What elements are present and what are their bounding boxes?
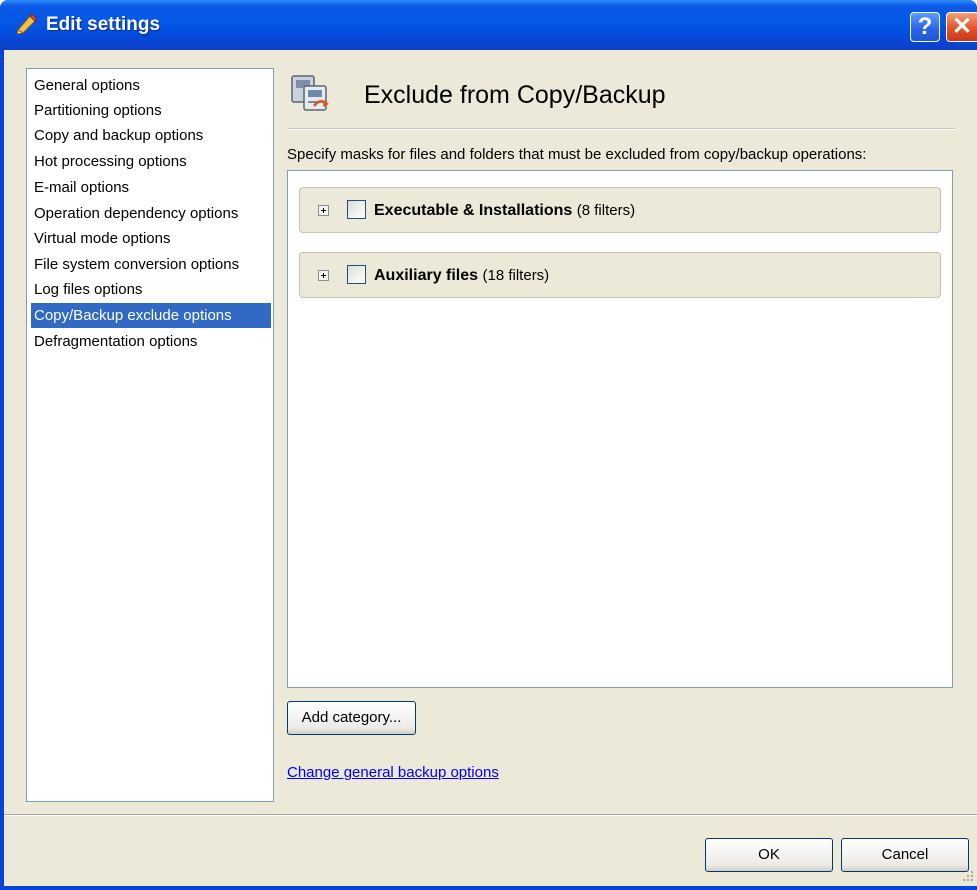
expand-plus-icon[interactable]	[318, 270, 329, 281]
nav-item-copy-backup-exclude-options[interactable]: Copy/Backup exclude options	[31, 303, 271, 328]
category-row-auxiliary-files[interactable]: Auxiliary files (18 filters)	[299, 252, 941, 298]
dialog-body: General options Partitioning options Cop…	[4, 50, 977, 886]
resize-grip-icon[interactable]	[962, 870, 974, 882]
close-icon: ✕	[951, 13, 973, 40]
category-name: Auxiliary files	[374, 267, 479, 284]
close-button[interactable]: ✕	[946, 12, 977, 42]
category-label: Auxiliary files (18 filters)	[374, 265, 549, 287]
category-row-executable-installations[interactable]: Executable & Installations (8 filters)	[299, 187, 941, 233]
category-checkbox[interactable]	[347, 265, 366, 284]
help-button[interactable]: ?	[910, 12, 940, 42]
edit-settings-window: Edit settings ? ✕ General options Partit…	[0, 0, 977, 890]
category-label: Executable & Installations (8 filters)	[374, 200, 635, 222]
nav-item-operation-dependency-options[interactable]: Operation dependency options	[31, 201, 271, 226]
category-name: Executable & Installations	[374, 202, 573, 219]
nav-item-email-options[interactable]: E-mail options	[31, 175, 271, 200]
header-divider	[287, 128, 955, 130]
nav-item-hot-processing-options[interactable]: Hot processing options	[31, 149, 271, 174]
nav-item-log-files-options[interactable]: Log files options	[31, 277, 271, 302]
add-category-button[interactable]: Add category...	[287, 701, 416, 735]
expand-plus-icon[interactable]	[318, 205, 329, 216]
category-filter-count: (8 filters)	[576, 202, 636, 219]
nav-item-virtual-mode-options[interactable]: Virtual mode options	[31, 226, 271, 251]
nav-item-defragmentation-options[interactable]: Defragmentation options	[31, 329, 271, 354]
title-bar[interactable]: Edit settings ? ✕	[0, 0, 977, 50]
cancel-button[interactable]: Cancel	[841, 838, 969, 872]
nav-item-partitioning-options[interactable]: Partitioning options	[31, 98, 271, 123]
ok-button[interactable]: OK	[705, 838, 833, 872]
description-text: Specify masks for files and folders that…	[287, 146, 867, 163]
footer-divider	[4, 814, 977, 816]
change-general-backup-options-link[interactable]: Change general backup options	[287, 764, 499, 781]
page-title: Exclude from Copy/Backup	[364, 81, 666, 109]
category-checkbox[interactable]	[347, 200, 366, 219]
nav-item-copy-and-backup-options[interactable]: Copy and backup options	[31, 123, 271, 148]
settings-nav-list[interactable]: General options Partitioning options Cop…	[26, 68, 274, 802]
window-title: Edit settings	[46, 14, 161, 35]
nav-item-file-system-conversion-options[interactable]: File system conversion options	[31, 252, 271, 277]
category-filter-count: (18 filters)	[482, 267, 550, 284]
backup-exclude-icon	[291, 75, 329, 111]
settings-pencil-icon	[16, 13, 37, 35]
exclude-categories-list[interactable]: Executable & Installations (8 filters) A…	[287, 170, 953, 688]
help-icon: ?	[917, 13, 933, 40]
nav-item-general-options[interactable]: General options	[31, 73, 271, 98]
